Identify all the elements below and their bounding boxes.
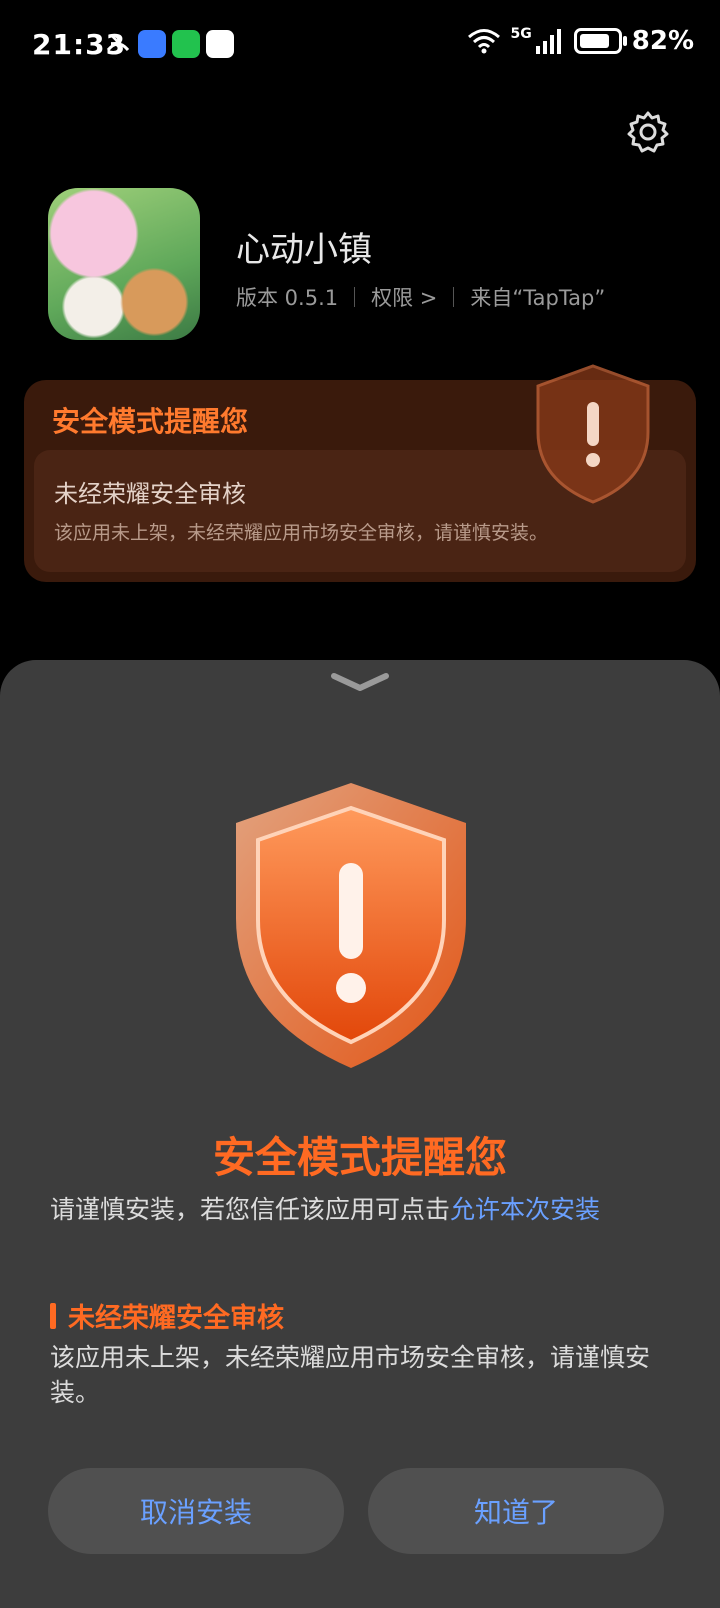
reason-title: 未经荣耀安全审核 bbox=[68, 1303, 284, 1334]
battery-percent: 82% bbox=[631, 26, 694, 56]
warning-shield-icon bbox=[536, 364, 650, 504]
missed-call-icon bbox=[106, 35, 130, 52]
warning-card-title: 安全模式提醒您 bbox=[52, 405, 249, 438]
cancel-install-button[interactable]: 取消安装 bbox=[48, 1468, 344, 1554]
meta-divider bbox=[453, 287, 455, 307]
signal-icon bbox=[535, 29, 561, 54]
sheet-description-text: 请谨慎安装，若您信任该应用可点击 bbox=[50, 1195, 451, 1224]
wifi-icon bbox=[467, 29, 500, 54]
app-icon bbox=[48, 188, 200, 340]
warning-card-description: 该应用未上架，未经荣耀应用市场安全审核，请谨慎安装。 bbox=[54, 522, 549, 544]
app-version: 版本 0.5.1 bbox=[236, 286, 339, 310]
app-permissions-link[interactable]: 权限 > bbox=[371, 282, 437, 312]
app-meta: 版本 0.5.1 权限 > 来自“TapTap” bbox=[236, 282, 605, 312]
chevron-down-icon[interactable] bbox=[330, 670, 390, 694]
reason-heading: 未经荣耀安全审核 bbox=[50, 1296, 284, 1335]
meta-divider bbox=[354, 287, 356, 307]
app-source: 来自“TapTap” bbox=[470, 286, 606, 310]
app-name: 心动小镇 bbox=[236, 230, 372, 270]
battery-icon bbox=[573, 28, 627, 54]
status-bar: 21:33 5G 82% bbox=[0, 0, 720, 90]
got-it-button[interactable]: 知道了 bbox=[368, 1468, 664, 1554]
sheet-title: 安全模式提醒您 bbox=[212, 1133, 507, 1182]
settings-gear-icon[interactable] bbox=[626, 110, 670, 154]
wechat-icon bbox=[172, 30, 200, 58]
pen-app-icon bbox=[206, 30, 234, 58]
bottom-sheet-dialog: 安全模式提醒您 请谨慎安装，若您信任该应用可点击允许本次安装 未经荣耀安全审核 … bbox=[0, 660, 720, 1608]
status-right: 5G 82% bbox=[467, 26, 694, 56]
reason-description: 该应用未上架，未经荣耀应用市场安全审核，请谨慎安装。 bbox=[50, 1343, 651, 1407]
warning-card-subtitle: 未经荣耀安全审核 bbox=[54, 480, 246, 508]
alert-shield-icon bbox=[236, 783, 466, 1068]
reason-accent-bar bbox=[50, 1302, 56, 1329]
app-market-icon bbox=[138, 30, 166, 58]
sheet-description: 请谨慎安装，若您信任该应用可点击允许本次安装 bbox=[50, 1190, 600, 1226]
network-type: 5G bbox=[510, 26, 532, 42]
allow-install-link[interactable]: 允许本次安装 bbox=[450, 1195, 600, 1224]
